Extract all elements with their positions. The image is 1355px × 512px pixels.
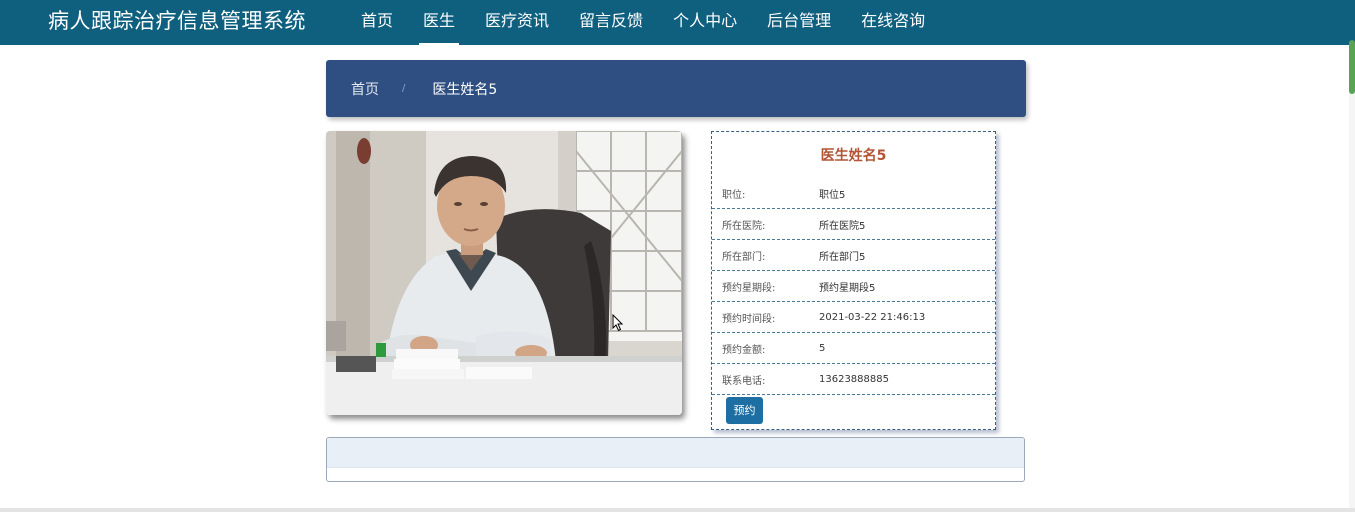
nav-item-home[interactable]: 首页 (346, 0, 408, 45)
field-value: 2021-03-22 21:46:13 (819, 311, 926, 323)
info-row-fee: 预约金额: 5 (712, 333, 995, 364)
info-row-time: 预约时间段: 2021-03-22 21:46:13 (712, 302, 995, 333)
nav-item-medical-news[interactable]: 医疗资讯 (470, 0, 564, 45)
main-nav: 首页 医生 医疗资讯 留言反馈 个人中心 后台管理 在线咨询 (346, 0, 940, 45)
field-label: 联系电话: (722, 375, 766, 387)
nav-item-profile[interactable]: 个人中心 (658, 0, 752, 45)
breadcrumb: 首页 / 医生姓名5 (326, 60, 1026, 117)
field-value: 所在部门5 (819, 251, 866, 263)
field-value: 13623888885 (819, 373, 889, 385)
doctor-photo (326, 131, 682, 415)
info-row-position: 职位: 职位5 (712, 178, 995, 209)
nav-item-consult[interactable]: 在线咨询 (846, 0, 940, 45)
page-bottom-divider (0, 508, 1355, 512)
scrollbar-track[interactable] (1349, 45, 1355, 512)
doctor-name: 医生姓名5 (820, 148, 887, 164)
nav-item-doctors[interactable]: 医生 (408, 0, 470, 45)
field-value: 职位5 (819, 189, 846, 201)
nav-item-admin[interactable]: 后台管理 (752, 0, 846, 45)
book-appointment-button[interactable]: 预约 (726, 397, 763, 424)
nav-item-feedback[interactable]: 留言反馈 (564, 0, 658, 45)
field-value: 预约星期段5 (819, 282, 876, 294)
scrollbar-thumb[interactable] (1349, 40, 1355, 94)
info-row-weekdays: 预约星期段: 预约星期段5 (712, 271, 995, 302)
app-title: 病人跟踪治疗信息管理系统 (48, 9, 306, 33)
doctor-info-card: 医生姓名5 职位: 职位5 所在医院: 所在医院5 所在部门: 所在部门5 预约… (711, 131, 996, 430)
field-label: 职位: (722, 189, 746, 201)
top-navbar: 病人跟踪治疗信息管理系统 首页 医生 医疗资讯 留言反馈 个人中心 后台管理 在… (0, 0, 1355, 45)
mouse-cursor-icon (612, 314, 624, 332)
detail-panel-header (327, 438, 1024, 468)
field-label: 预约星期段: (722, 282, 776, 294)
info-row-department: 所在部门: 所在部门5 (712, 240, 995, 271)
field-value: 所在医院5 (819, 220, 866, 232)
breadcrumb-home-link[interactable]: 首页 (351, 79, 379, 99)
field-label: 预约时间段: (722, 313, 776, 325)
breadcrumb-separator: / (402, 83, 406, 94)
info-row-phone: 联系电话: 13623888885 (712, 364, 995, 395)
field-label: 所在医院: (722, 220, 766, 232)
field-label: 预约金额: (722, 344, 766, 356)
field-label: 所在部门: (722, 251, 766, 263)
info-row-hospital: 所在医院: 所在医院5 (712, 209, 995, 240)
field-value: 5 (819, 342, 826, 354)
doctor-detail-panel (326, 437, 1025, 482)
breadcrumb-current: 医生姓名5 (432, 81, 498, 98)
